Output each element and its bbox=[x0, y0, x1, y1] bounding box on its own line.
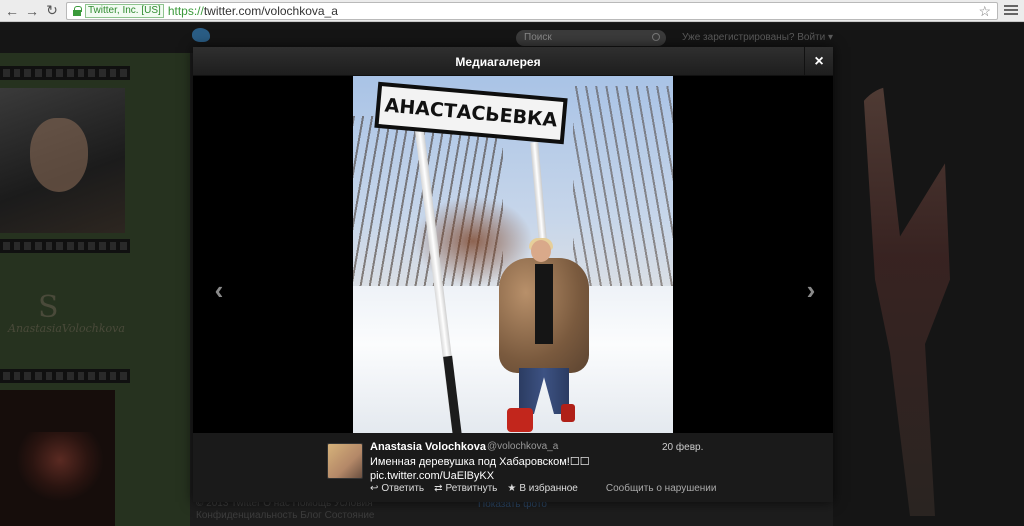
next-arrow-icon[interactable]: › bbox=[797, 275, 825, 305]
browser-toolbar: ← → ↻ Twitter, Inc. [US] https:// twitte… bbox=[0, 0, 1024, 22]
login-link[interactable]: Уже зарегистрированы? Войти ▾ bbox=[682, 32, 833, 43]
tweet-date[interactable]: 20 февр. bbox=[662, 442, 703, 453]
search-input[interactable]: Поиск bbox=[516, 30, 666, 46]
tweet-author-handle[interactable]: @volochkova_a bbox=[487, 441, 558, 452]
retweet-label: Ретвитнуть bbox=[445, 483, 498, 494]
bookmark-star-icon[interactable]: ☆ bbox=[978, 3, 991, 20]
avatar[interactable] bbox=[327, 443, 363, 479]
search-placeholder: Поиск bbox=[524, 32, 552, 43]
modal-title: Медиагалерея bbox=[455, 55, 541, 69]
ev-certificate-badge[interactable]: Twitter, Inc. [US] bbox=[85, 4, 164, 18]
previous-arrow-icon[interactable]: ‹ bbox=[205, 275, 233, 305]
star-icon: ★ bbox=[507, 483, 517, 494]
favorite-button[interactable]: ★ В избранное bbox=[507, 483, 578, 494]
modal-body: ‹ АНАСТАСЬЕВКА › bbox=[193, 76, 833, 433]
logo-monogram: S bbox=[38, 290, 59, 325]
tweet-text: Именная деревушка под Хабаровском!☐☐ pic… bbox=[370, 455, 670, 483]
twitter-bird-icon[interactable] bbox=[192, 28, 210, 42]
lock-icon bbox=[72, 6, 82, 16]
close-button[interactable]: × bbox=[804, 47, 833, 76]
url-scheme: https:// bbox=[167, 4, 204, 18]
tweet-actions: ↩ Ответить ⇄ Ретвитнуть ★ В избранное Со… bbox=[370, 483, 726, 494]
media-gallery-modal: Медиагалерея × ‹ АНАСТАСЬЕВКА › Anastasi… bbox=[193, 47, 833, 502]
film-strip bbox=[0, 369, 130, 383]
reply-icon: ↩ bbox=[370, 483, 379, 494]
browser-menu-icon[interactable] bbox=[1004, 3, 1018, 17]
film-strip bbox=[0, 66, 130, 80]
tweet-author-name[interactable]: Anastasia Volochkova bbox=[370, 441, 486, 453]
retweet-icon: ⇄ bbox=[434, 483, 443, 494]
tweet-details: Anastasia Volochkova @volochkova_a 20 фе… bbox=[193, 433, 833, 502]
forward-icon[interactable]: → bbox=[22, 1, 42, 21]
report-button[interactable]: Сообщить о нарушении bbox=[606, 483, 717, 494]
background-dancers bbox=[16, 432, 104, 502]
logo-signature: AnastasiaVolochkova bbox=[8, 322, 125, 335]
gallery-photo[interactable]: АНАСТАСЬЕВКА bbox=[353, 76, 673, 433]
reload-icon[interactable]: ↻ bbox=[42, 1, 62, 21]
person-in-fur-coat bbox=[499, 238, 589, 432]
back-icon[interactable]: ← bbox=[2, 1, 22, 21]
background-portrait bbox=[0, 88, 125, 233]
film-strip bbox=[0, 239, 130, 253]
search-icon[interactable] bbox=[652, 33, 660, 41]
retweet-button[interactable]: ⇄ Ретвитнуть bbox=[434, 483, 497, 494]
modal-header: Медиагалерея × bbox=[193, 47, 833, 76]
tweet-text-line: Именная деревушка под Хабаровском!☐☐ bbox=[370, 456, 590, 468]
tweet-media-link[interactable]: pic.twitter.com/UaElByKX bbox=[370, 469, 670, 483]
reply-button[interactable]: ↩ Ответить bbox=[370, 483, 424, 494]
url-path: twitter.com/volochkova_a bbox=[203, 4, 338, 18]
favorite-label: В избранное bbox=[519, 483, 578, 494]
address-bar[interactable]: Twitter, Inc. [US] https:// twitter.com/… bbox=[66, 2, 998, 20]
reply-label: Ответить bbox=[381, 483, 425, 494]
